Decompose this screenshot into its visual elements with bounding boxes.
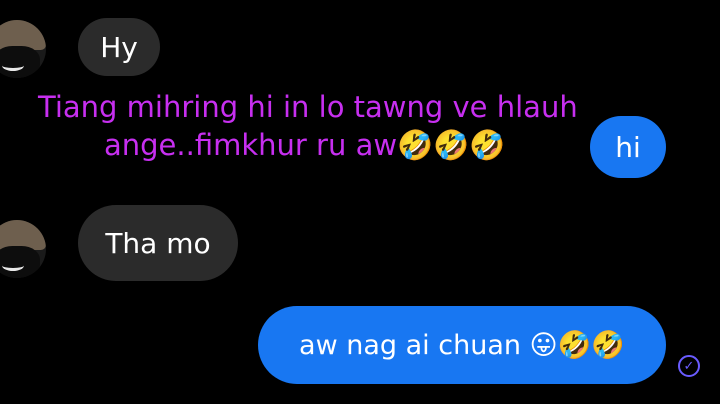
caption-line-1: Tiang mihring hi in lo tawng ve hlauh [38,90,578,124]
message-text: Hy [100,30,138,64]
tears-of-joy-emoji-icon: 😂 [130,297,226,392]
outgoing-message[interactable]: aw nag ai chuan 😛🤣🤣 [258,306,666,384]
caption-line-2: ange..fimkhur ru aw🤣🤣🤣 [104,128,506,162]
grinning-squint-emoji-icon: 😆 [508,188,600,291]
grinning-squint-emoji-icon: 😆 [252,188,344,291]
sender-avatar[interactable] [0,20,46,78]
incoming-message[interactable]: Tha mo [78,205,238,281]
tears-of-joy-emoji-icon: 😂 [614,185,713,283]
message-text: Tha mo [105,226,211,260]
tears-of-joy-emoji-icon: 😂 [0,297,96,392]
check-circle-icon: ✓ [678,355,700,377]
tears-of-joy-emoji-icon: 😂 [612,0,711,91]
overlay-caption: Tiang mihring hi in lo tawng ve hlauh an… [38,88,678,164]
message-text: aw nag ai chuan 😛🤣🤣 [299,330,625,361]
incoming-message[interactable]: Hy [78,18,160,76]
grinning-squint-emoji-icon: 😆 [382,188,474,291]
sender-avatar[interactable] [0,220,46,278]
